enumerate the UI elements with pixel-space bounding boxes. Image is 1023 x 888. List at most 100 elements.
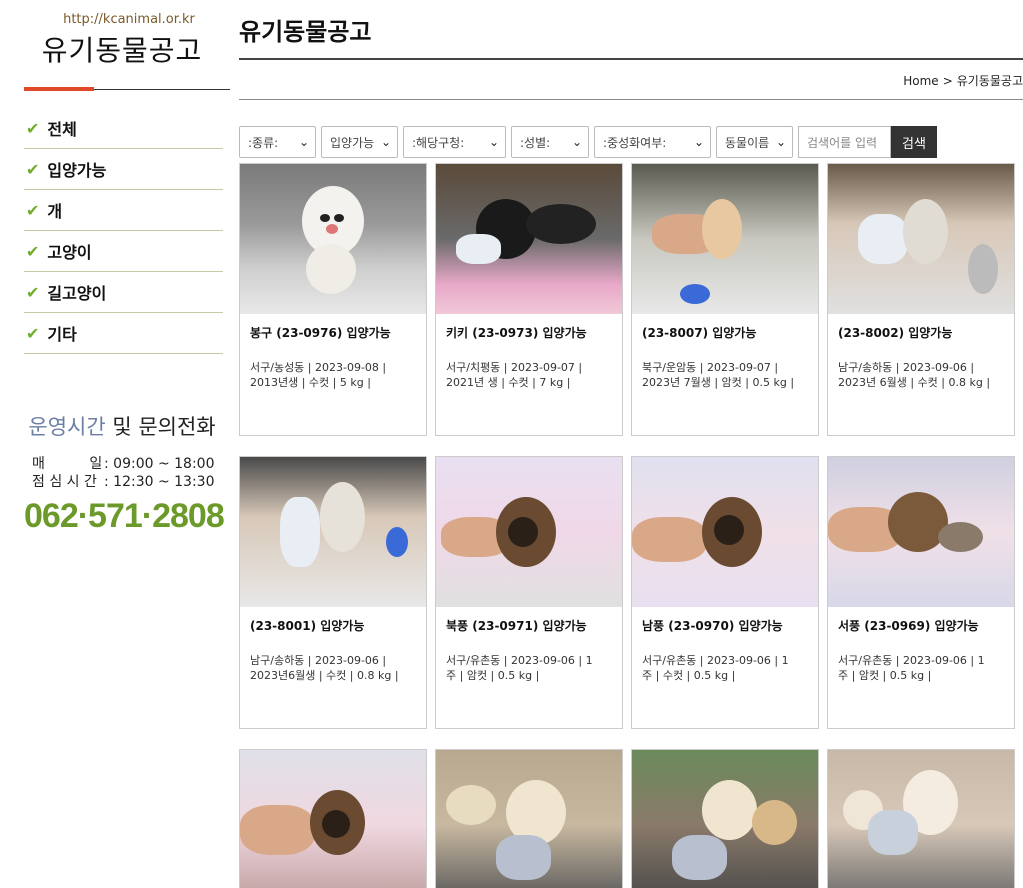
animal-card[interactable]: 서풍 (23-0969) 입양가능서구/유촌동 | 2023-09-06 | 1… [827, 456, 1015, 729]
animal-card[interactable] [827, 749, 1015, 888]
animal-card[interactable] [631, 749, 819, 888]
animal-photo [632, 164, 818, 314]
hours-heading-a: 운영시간 [28, 415, 106, 439]
card-meta: 서구/치평동 | 2023-09-07 | 2021년 생 | 수컷 | 7 kg… [446, 360, 612, 390]
card-meta-line: 2021년 생 | 수컷 | 7 kg | [446, 376, 571, 389]
animal-card[interactable] [435, 749, 623, 888]
menu-item-other[interactable]: ✔ 기타 [24, 313, 223, 354]
animal-grid: 봉구 (23-0976) 입양가능서구/농성동 | 2023-09-08 | 20… [239, 163, 1023, 888]
animal-card[interactable]: 남풍 (23-0970) 입양가능서구/유촌동 | 2023-09-06 | 1… [631, 456, 819, 729]
chevron-down-icon: ⌄ [571, 135, 582, 149]
card-meta-line: 북구/운암동 | 2023-09-07 | [642, 361, 779, 374]
page-title: 유기동물공고 [239, 18, 372, 46]
card-meta: 북구/운암동 | 2023-09-07 | 2023년 7월생 | 암컷 | 0.… [642, 360, 808, 390]
card-meta: 서구/농성동 | 2023-09-08 | 2013년생 | 수컷 | 5 kg … [250, 360, 416, 390]
menu-item-label: 기타 [47, 325, 77, 344]
animal-card[interactable]: 북풍 (23-0971) 입양가능서구/유촌동 | 2023-09-06 | 1… [435, 456, 623, 729]
card-meta-line: 2023년 7월생 | 암컷 | 0.5 kg | [642, 376, 795, 389]
animal-photo [240, 164, 426, 314]
card-meta: 남구/송하동 | 2023-09-06 | 2023년6월생 | 수컷 | 0.8… [250, 653, 416, 683]
animal-card[interactable]: 키키 (23-0973) 입양가능서구/치평동 | 2023-09-07 | 20… [435, 163, 623, 436]
card-meta: 서구/유촌동 | 2023-09-06 | 1 주 | 암컷 | 0.5 kg | [838, 653, 1004, 683]
card-meta-line: 2013년생 | 수컷 | 5 kg | [250, 376, 371, 389]
animal-photo [436, 164, 622, 314]
card-title: 서풍 (23-0969) 입양가능 [838, 619, 979, 633]
menu-item-dog[interactable]: ✔ 개 [24, 190, 223, 231]
animal-photo [632, 750, 818, 888]
menu-item-label: 입양가능 [47, 161, 107, 180]
hours-heading: 운영시간 및 문의전화 [24, 411, 230, 441]
card-meta-line: 서구/유촌동 | 2023-09-06 | 1 [838, 654, 985, 667]
check-icon: ✔ [26, 118, 40, 138]
animal-card[interactable]: (23-8007) 입양가능북구/운암동 | 2023-09-07 | 2023년… [631, 163, 819, 436]
chevron-down-icon: ⌄ [693, 135, 704, 149]
animal-photo [828, 457, 1014, 607]
chevron-right-icon: > [942, 74, 953, 88]
card-meta-line: 주 | 암컷 | 0.5 kg | [838, 669, 932, 682]
card-meta-line: 서구/치평동 | 2023-09-07 | [446, 361, 583, 374]
chevron-down-icon: ⌄ [380, 135, 391, 149]
card-title: 남풍 (23-0970) 입양가능 [642, 619, 783, 633]
main-content: 유기동물공고 Home > 유기동물공고 :종류: ⌄ 입양가능 ⌄ :해당구청: ⌄ :… [239, 12, 1023, 888]
menu-item-cat[interactable]: ✔ 고양이 [24, 231, 223, 272]
check-icon: ✔ [26, 159, 40, 179]
menu-item-label: 개 [47, 202, 63, 221]
animal-card[interactable] [239, 749, 427, 888]
chevron-down-icon: ⌄ [488, 135, 499, 149]
hours-value: : 12:30 ~ 13:30 [104, 474, 215, 490]
card-meta-line: 남구/송하동 | 2023-09-06 | [250, 654, 387, 667]
sex-select[interactable]: :성별: ⌄ [511, 126, 589, 158]
accent-bar [24, 87, 94, 91]
menu-item-label: 전체 [47, 120, 77, 139]
card-title: 북풍 (23-0971) 입양가능 [446, 619, 587, 633]
card-meta: 남구/송하동 | 2023-09-06 | 2023년 6월생 | 수컷 | 0.… [838, 360, 1004, 390]
animal-photo [240, 750, 426, 888]
menu-item-label: 고양이 [47, 243, 92, 262]
search-input[interactable]: 검색어를 입력 [798, 126, 891, 158]
card-meta-line: 2023년 6월생 | 수컷 | 0.8 kg | [838, 376, 991, 389]
animal-photo [436, 750, 622, 888]
menu-item-label: 길고양이 [47, 284, 107, 303]
card-meta-line: 남구/송하동 | 2023-09-06 | [838, 361, 975, 374]
species-select[interactable]: :종류: ⌄ [239, 126, 316, 158]
status-select[interactable]: 입양가능 ⌄ [321, 126, 398, 158]
chevron-down-icon: ⌄ [298, 135, 309, 149]
animal-photo [240, 457, 426, 607]
search-field-select[interactable]: 동물이름 ⌄ [716, 126, 793, 158]
animal-photo [828, 750, 1014, 888]
neuter-select[interactable]: :중성화여부: ⌄ [594, 126, 711, 158]
card-meta-line: 서구/농성동 | 2023-09-08 | [250, 361, 387, 374]
breadcrumb-home[interactable]: Home [903, 74, 938, 88]
card-title: 키키 (23-0973) 입양가능 [446, 326, 587, 340]
sidebar-title: 유기동물공고 [41, 34, 203, 67]
chevron-down-icon: ⌄ [775, 135, 786, 149]
animal-card[interactable]: (23-8001) 입양가능남구/송하동 | 2023-09-06 | 2023년… [239, 456, 427, 729]
animal-card[interactable]: (23-8002) 입양가능 남구/송하동 | 2023-09-06 | 2023년… [827, 163, 1015, 436]
phone-number: 062·571·2808 [24, 497, 225, 535]
select-value: :종류: [248, 135, 279, 150]
district-select[interactable]: :해당구청: ⌄ [403, 126, 506, 158]
hours-key: 점 심 시 간 [32, 474, 97, 490]
filter-bar: :종류: ⌄ 입양가능 ⌄ :해당구청: ⌄ :성별: ⌄ :중성화여부: ⌄ 동물이름 ⌄… [239, 126, 1023, 158]
card-title: 봉구 (23-0976) 입양가능 [250, 326, 391, 340]
card-title: (23-8001) 입양가능 [250, 619, 365, 633]
hours-row: 매 일: 09:00 ~ 18:00 [24, 455, 230, 473]
menu-item-adoptable[interactable]: ✔ 입양가능 [24, 149, 223, 190]
menu-item-stray-cat[interactable]: ✔ 길고양이 [24, 272, 223, 313]
hours-heading-b: 및 문의전화 [105, 415, 216, 439]
card-meta: 서구/유촌동 | 2023-09-06 | 1 주 | 암컷 | 0.5 kg | [446, 653, 612, 683]
card-meta-line: 서구/유촌동 | 2023-09-06 | 1 [642, 654, 789, 667]
card-title: (23-8007) 입양가능 [642, 326, 757, 340]
menu-item-all[interactable]: ✔ 전체 [24, 108, 223, 149]
card-meta: 서구/유촌동 | 2023-09-06 | 1 주 | 수컷 | 0.5 kg | [642, 653, 808, 683]
breadcrumb-current: 유기동물공고 [956, 74, 1023, 88]
animal-card[interactable]: 봉구 (23-0976) 입양가능서구/농성동 | 2023-09-08 | 20… [239, 163, 427, 436]
select-value: 동물이름 [725, 135, 770, 150]
hours-row: 점 심 시 간 : 12:30 ~ 13:30 [24, 473, 230, 491]
card-meta-line: 주 | 수컷 | 0.5 kg | [642, 669, 736, 682]
search-button[interactable]: 검색 [891, 126, 937, 158]
check-icon: ✔ [26, 323, 40, 343]
check-icon: ✔ [26, 282, 40, 302]
check-icon: ✔ [26, 200, 40, 220]
site-url[interactable]: http://kcanimal.or.kr [24, 12, 230, 27]
